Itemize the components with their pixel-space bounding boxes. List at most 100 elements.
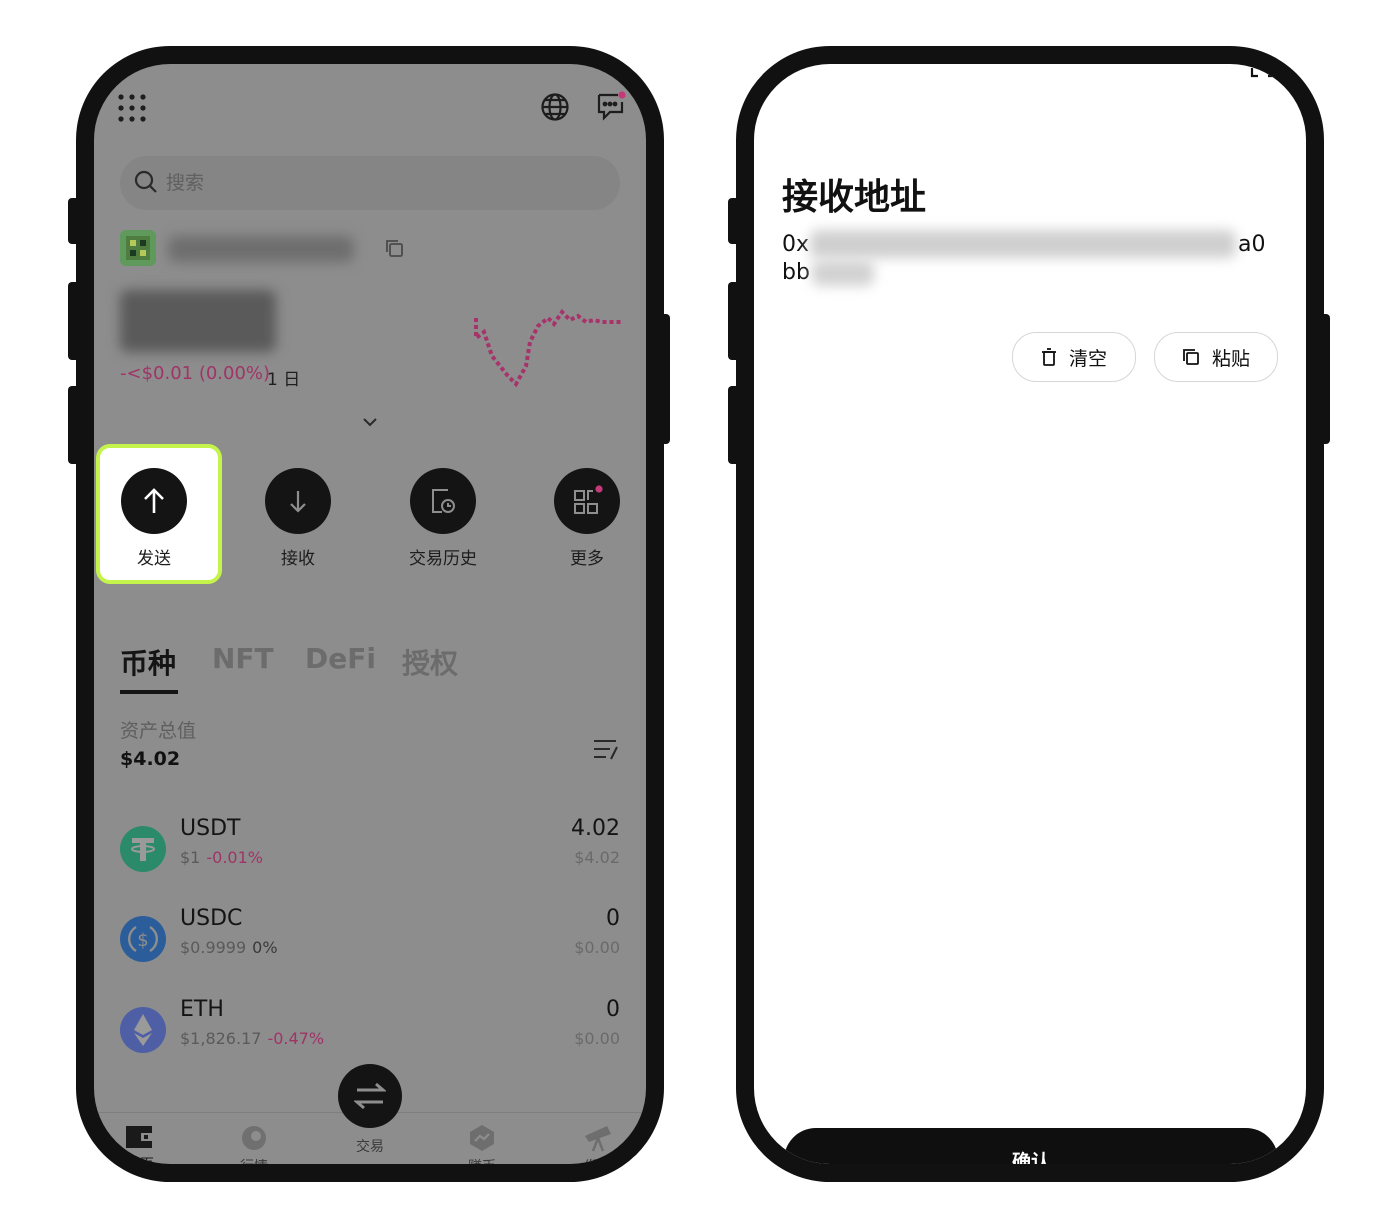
search-icon [134,170,158,194]
token-value: $0.00 [574,1029,620,1048]
search-placeholder: 搜索 [166,172,205,194]
arrow-up-icon [144,488,164,513]
clear-label: 清空 [1068,347,1107,370]
tab-tokens[interactable]: 币种 [120,642,176,682]
token-change: -0.01% [206,848,263,867]
confirm-button[interactable]: 确认 [784,1128,1278,1164]
nav-label: 交易 [356,1139,384,1155]
token-amount: 0 [606,997,620,1022]
right-phone-frame: 接收地址 0x a0 bb 清空 粘贴 确认 [728,46,1330,1182]
change-period: 1 日 [267,370,301,390]
action-label: 交易历史 [409,549,477,569]
eth-icon [120,1007,166,1053]
copy-icon [1183,349,1199,365]
sort-filter-icon[interactable] [592,738,620,760]
volume-down-button [68,386,80,464]
svg-text:$: $ [137,930,148,951]
address-prefix: 0x [782,232,810,257]
address-prefix: bb [782,260,810,285]
action-label: 更多 [570,549,604,569]
nav-trade[interactable] [338,1064,402,1128]
volume-down-button [728,386,740,464]
left-phone-frame: 搜索 -<$0.01 (0.00%) 1 日 发送 接收 交易历史 更多 币种 … [68,46,670,1182]
copy-icon[interactable] [384,238,404,258]
nav-label: 首页 [100,1154,180,1164]
confirm-label: 确认 [1011,1150,1050,1165]
grid-icon [574,485,603,514]
address-input-line2[interactable]: bb [782,260,810,285]
total-assets-label: 资产总值 [120,720,197,742]
balance-change: -<$0.01 (0.00%) [120,363,271,384]
token-symbol: USDT [180,816,241,841]
paste-button[interactable]: 粘贴 [1154,332,1278,382]
wallet-name-redacted [168,236,354,262]
wallet-home-screen: 搜索 -<$0.01 (0.00%) 1 日 发送 接收 交易历史 更多 币种 … [94,64,646,1164]
token-price-line: $0.9999 0% [180,938,278,957]
nav-home[interactable]: 首页 [100,1124,180,1164]
messages-icon[interactable] [596,90,628,122]
history-button[interactable]: 交易历史 [383,468,503,569]
action-circle [121,468,187,534]
total-assets-value: $4.02 [120,748,181,770]
side-button [728,198,740,244]
page-title: 接收地址 [782,177,927,218]
token-row-usdc[interactable]: $ USDC $0.9999 0% 0 $0.00 [120,906,620,970]
nav-earn[interactable]: 赚币 [442,1124,522,1164]
power-button [658,314,670,444]
nav-label: 赚币 [442,1156,522,1164]
address-redacted [810,230,1236,258]
token-amount: 0 [606,906,620,931]
address-suffix: a0 [1238,232,1266,257]
tab-defi[interactable]: DeFi [305,642,376,675]
power-button [1318,314,1330,444]
usdt-icon [120,826,166,872]
side-button [68,198,80,244]
tab-underline [120,690,178,694]
market-icon [242,1126,266,1150]
usdc-icon: $ [120,916,166,962]
earn-icon [470,1125,494,1151]
clear-button[interactable]: 清空 [1012,332,1136,382]
token-price-line: $1,826.17 -0.47% [180,1029,324,1048]
volume-up-button [68,282,80,360]
action-circle [554,468,620,534]
token-row-usdt[interactable]: USDT $1 -0.01% 4.02 $4.02 [120,816,620,880]
history-icon [432,489,455,513]
token-symbol: ETH [180,997,224,1022]
send-button[interactable]: 发送 [94,468,214,569]
receive-address-screen: 接收地址 0x a0 bb 清空 粘贴 确认 [754,64,1306,1164]
token-price: $0.9999 [180,938,247,957]
token-value: $4.02 [574,848,620,867]
more-button[interactable]: 更多 [527,468,646,569]
nav-label: 发现 [558,1156,638,1164]
apps-menu-icon[interactable] [118,94,146,122]
scan-icon[interactable] [1250,68,1276,78]
nav-label: 行情 [214,1156,294,1164]
token-value: $0.00 [574,938,620,957]
token-change: 0% [252,938,278,957]
token-change: -0.47% [267,1029,325,1048]
chevron-down-icon[interactable] [362,416,378,428]
token-price: $1,826.17 [180,1029,262,1048]
address-input-line1[interactable]: 0x [782,232,809,257]
token-symbol: USDC [180,906,243,931]
nav-market[interactable]: 行情 [214,1124,294,1164]
arrow-down-icon [290,491,306,513]
globe-icon[interactable] [540,92,570,122]
nav-discover[interactable]: 发现 [558,1124,638,1164]
tab-nft[interactable]: NFT [212,642,274,675]
receive-button[interactable]: 接收 [238,468,358,569]
token-price-line: $1 -0.01% [180,848,263,867]
discover-icon [585,1126,611,1152]
token-price: $1 [180,848,201,867]
paste-label: 粘贴 [1211,347,1250,370]
balance-redacted [120,290,276,352]
action-label: 发送 [137,549,171,569]
wallet-avatar[interactable] [120,230,156,266]
token-row-eth[interactable]: ETH $1,826.17 -0.47% 0 $0.00 [120,997,620,1061]
swap-icon [354,1082,386,1110]
tab-approvals[interactable]: 授权 [402,642,458,682]
token-amount: 4.02 [571,816,620,841]
action-circle [265,468,331,534]
trash-icon [1041,348,1056,366]
